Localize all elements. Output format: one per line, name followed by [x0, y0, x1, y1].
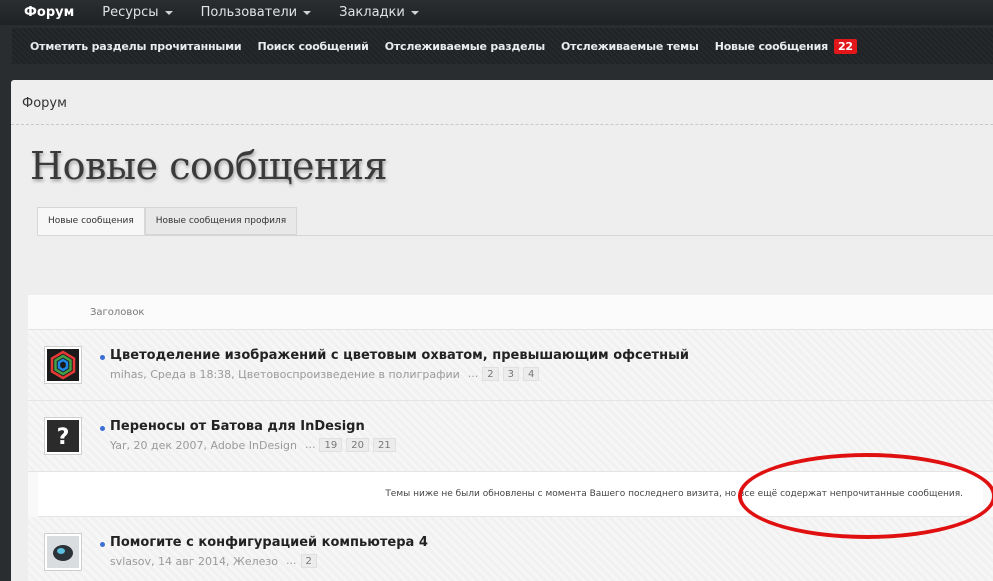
- table-row: ? Переносы от Батова для InDesign Yar, 2…: [28, 401, 993, 472]
- chevron-down-icon: [410, 10, 419, 15]
- watched-threads-link[interactable]: Отслеживаемые темы: [553, 40, 707, 53]
- chevron-down-icon: [303, 10, 312, 15]
- page-ellipsis: ...: [467, 367, 479, 380]
- divider: [11, 124, 993, 125]
- mark-forums-read-link[interactable]: Отметить разделы прочитанными: [22, 40, 249, 53]
- thread-forum-link[interactable]: Железо: [233, 555, 278, 568]
- nav-resources[interactable]: Ресурсы: [88, 0, 186, 25]
- page-ellipsis: ...: [304, 438, 316, 451]
- page-link[interactable]: 4: [523, 367, 540, 381]
- nav-forum[interactable]: Форум: [0, 0, 88, 25]
- avatar[interactable]: ?: [44, 417, 82, 455]
- thread-meta: mihas, Среда в 18:38, Цветовоспроизведен…: [110, 367, 540, 381]
- thread-title-link[interactable]: Переносы от Батова для InDesign: [100, 419, 365, 434]
- sub-navigation: Отметить разделы прочитанными Поиск сооб…: [12, 28, 993, 64]
- table-row: Помогите с конфигурацией компьютера 4 sv…: [28, 517, 993, 581]
- page-link[interactable]: 3: [502, 367, 520, 381]
- page-title: Новые сообщения: [30, 144, 388, 188]
- thread-author-link[interactable]: Yar: [110, 439, 126, 452]
- page-ellipsis: ...: [286, 554, 297, 567]
- search-messages-link[interactable]: Поиск сообщений: [249, 40, 376, 53]
- avatar[interactable]: [44, 533, 82, 571]
- watched-forums-link[interactable]: Отслеживаемые разделы: [377, 40, 553, 53]
- thread-meta: svlasov, 14 авг 2014, Железо ... 2: [110, 554, 317, 568]
- question-mark-icon: ?: [57, 425, 70, 450]
- thread-list: Заголовок Цветоделение изображений с цве…: [28, 295, 993, 581]
- breadcrumb[interactable]: Форум: [22, 96, 67, 111]
- page-link[interactable]: 20: [346, 438, 369, 452]
- unread-dot-icon: [100, 541, 105, 547]
- tabs: Новые сообщения Новые сообщения профиля: [37, 207, 298, 235]
- page-link[interactable]: 2: [482, 367, 499, 381]
- thread-date: 20 дек 2007: [133, 438, 204, 452]
- column-title-header[interactable]: Заголовок: [90, 307, 144, 318]
- page-link[interactable]: 21: [372, 438, 396, 452]
- thread-author-link[interactable]: mihas: [110, 368, 143, 381]
- svg-text:?: ?: [57, 425, 70, 450]
- tab-new-profile-posts[interactable]: Новые сообщения профиля: [144, 207, 298, 235]
- nav-users[interactable]: Пользователи: [187, 0, 326, 25]
- color-hexagon-icon: [50, 350, 76, 380]
- thread-date: 14 авг 2014: [158, 554, 227, 568]
- page-links: ... 19 20 21: [301, 438, 396, 452]
- thread-author-link[interactable]: svlasov: [110, 555, 151, 568]
- content-panel: Форум Новые сообщения Новые сообщения Но…: [11, 80, 993, 581]
- chevron-down-icon: [164, 10, 173, 15]
- thread-date: Среда в 18:38: [150, 367, 232, 381]
- page-links: ... 2: [282, 554, 317, 568]
- table-row: Цветоделение изображений с цветовым охва…: [28, 330, 993, 401]
- tab-new-posts[interactable]: Новые сообщения: [37, 207, 145, 235]
- thread-forum-link[interactable]: Adobe InDesign: [210, 439, 297, 452]
- nav-bookmarks[interactable]: Закладки: [325, 0, 433, 25]
- list-header: Заголовок: [28, 295, 993, 330]
- mouse-avatar-icon: [53, 545, 73, 561]
- avatar[interactable]: [44, 346, 82, 384]
- page-link[interactable]: 2: [300, 554, 317, 568]
- thread-forum-link[interactable]: Цветовоспроизведение в полиграфии: [238, 368, 460, 381]
- new-posts-link[interactable]: Новые сообщения 22: [707, 38, 865, 54]
- thread-meta: Yar, 20 дек 2007, Adobe InDesign ... 19 …: [110, 438, 396, 452]
- thread-title-link[interactable]: Помогите с конфигурацией компьютера 4: [100, 535, 428, 550]
- top-navigation: Форум Ресурсы Пользователи Закладки: [0, 0, 993, 25]
- unread-dot-icon: [100, 354, 105, 360]
- new-posts-count-badge: 22: [833, 38, 857, 54]
- tab-underline: [37, 235, 993, 236]
- page-link[interactable]: 19: [319, 438, 343, 452]
- unread-notice: Темы ниже не были обновлены с момента Ва…: [38, 472, 983, 517]
- thread-title-link[interactable]: Цветоделение изображений с цветовым охва…: [100, 348, 689, 363]
- unread-dot-icon: [100, 425, 105, 431]
- page-links: ... 2 3 4: [464, 367, 540, 381]
